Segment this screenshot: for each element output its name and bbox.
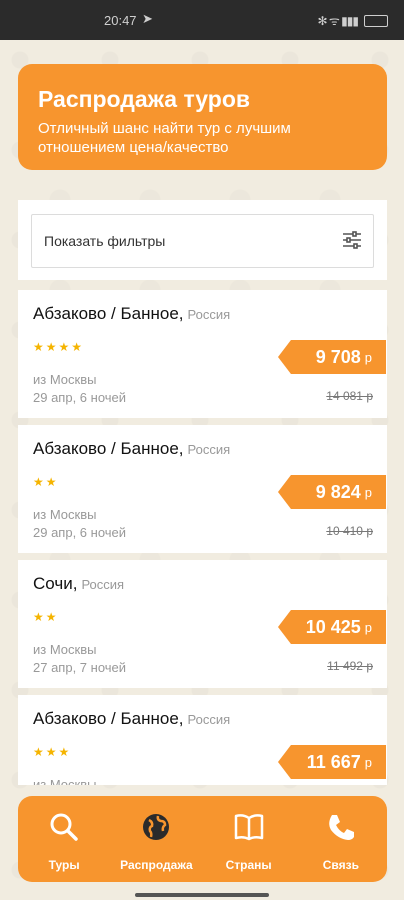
sale-banner: Распродажа туров Отличный шанс найти тур… [18, 64, 387, 170]
battery-icon [364, 14, 388, 27]
search-icon [50, 813, 78, 841]
tour-title: Абзаково / Банное, Россия [33, 304, 230, 324]
price-currency: р [364, 619, 372, 635]
filter-card: Показать фильтры [18, 200, 387, 280]
price-value: 10 425 [305, 616, 361, 637]
home-indicator[interactable] [135, 893, 269, 897]
nav-contact[interactable]: Связь [295, 796, 387, 882]
price-tag: 9 708 р [278, 340, 386, 374]
price-currency: р [364, 754, 372, 770]
tour-destination: Абзаково / Банное, [33, 439, 184, 458]
price-value: 9 708 [315, 346, 361, 367]
nav-label: Туры [48, 858, 80, 872]
filter-label: Показать фильтры [44, 233, 166, 249]
price-tag: 10 425 р [278, 610, 386, 644]
price-value: 9 824 [315, 481, 361, 502]
tour-list[interactable]: Показать фильтры Абзаково / Банное, Росси… [18, 200, 387, 785]
tour-card[interactable]: Абзаково / Банное, Россия ★★★ из Москвы 1… [18, 695, 387, 785]
tour-country: Россия [187, 712, 231, 727]
telegram-icon: ➤ [142, 11, 153, 26]
tour-dates: 29 апр, 6 ночей [33, 390, 127, 405]
status-icons: ✻ ᯤ ▮▮▮ [317, 12, 388, 29]
price-value: 11 667 [306, 751, 361, 772]
show-filters-button[interactable]: Показать фильтры [31, 214, 374, 268]
nav-label: Распродажа [120, 858, 193, 872]
tour-destination: Сочи, [33, 574, 78, 593]
status-right-icons: ✻ ᯤ ▮▮▮ [317, 14, 359, 28]
status-time: 20:47 [104, 13, 137, 28]
nav-label: Страны [225, 858, 272, 872]
price-tag: 11 667 р [278, 745, 386, 779]
status-bar: 20:47 ➤ ✻ ᯤ ▮▮▮ [0, 0, 404, 40]
tour-title: Абзаково / Банное, Россия [33, 709, 230, 729]
old-price: 11 492 р [327, 659, 373, 673]
old-price: 14 081 р [326, 389, 373, 403]
tour-destination: Абзаково / Банное, [33, 304, 184, 323]
book-icon [234, 814, 263, 841]
filter-sliders-icon [343, 231, 361, 249]
tour-destination: Абзаково / Банное, [33, 709, 184, 728]
tour-dates: 27 апр, 7 ночей [33, 660, 127, 675]
departure-city: из Москвы [33, 372, 97, 387]
tour-country: Россия [81, 577, 125, 592]
globe-icon [143, 814, 170, 840]
departure-city: из Москвы [33, 777, 97, 785]
nav-sale[interactable]: Распродажа [110, 796, 202, 882]
tour-card[interactable]: Сочи, Россия ★★ из Москвы 27 апр, 7 ночей… [18, 560, 387, 688]
departure-city: из Москвы [33, 507, 97, 522]
phone-icon [329, 815, 354, 840]
star-rating: ★★ [33, 475, 59, 489]
star-rating: ★★★ [33, 745, 72, 759]
tour-dates: 29 апр, 6 ночей [33, 525, 127, 540]
departure-city: из Москвы [33, 642, 97, 657]
tour-country: Россия [187, 307, 231, 322]
old-price: 10 410 р [326, 524, 373, 538]
nav-countries[interactable]: Страны [203, 796, 295, 882]
tour-title: Абзаково / Банное, Россия [33, 439, 230, 459]
price-currency: р [364, 484, 372, 500]
nav-label: Связь [322, 858, 359, 872]
star-rating: ★★★★ [33, 340, 85, 354]
price-tag: 9 824 р [278, 475, 386, 509]
nav-tours[interactable]: Туры [18, 796, 110, 882]
banner-subtitle: Отличный шанс найти тур с лучшим отношен… [38, 120, 291, 156]
tour-country: Россия [187, 442, 231, 457]
bottom-navigation: Туры Распродажа Страны Связь [18, 796, 387, 882]
banner-title: Распродажа туров [38, 86, 251, 112]
tour-title: Сочи, Россия [33, 574, 124, 594]
price-currency: р [364, 349, 372, 365]
tour-card[interactable]: Абзаково / Банное, Россия ★★ из Москвы 29… [18, 425, 387, 553]
tour-card[interactable]: Абзаково / Банное, Россия ★★★★ из Москвы … [18, 290, 387, 418]
star-rating: ★★ [33, 610, 59, 624]
